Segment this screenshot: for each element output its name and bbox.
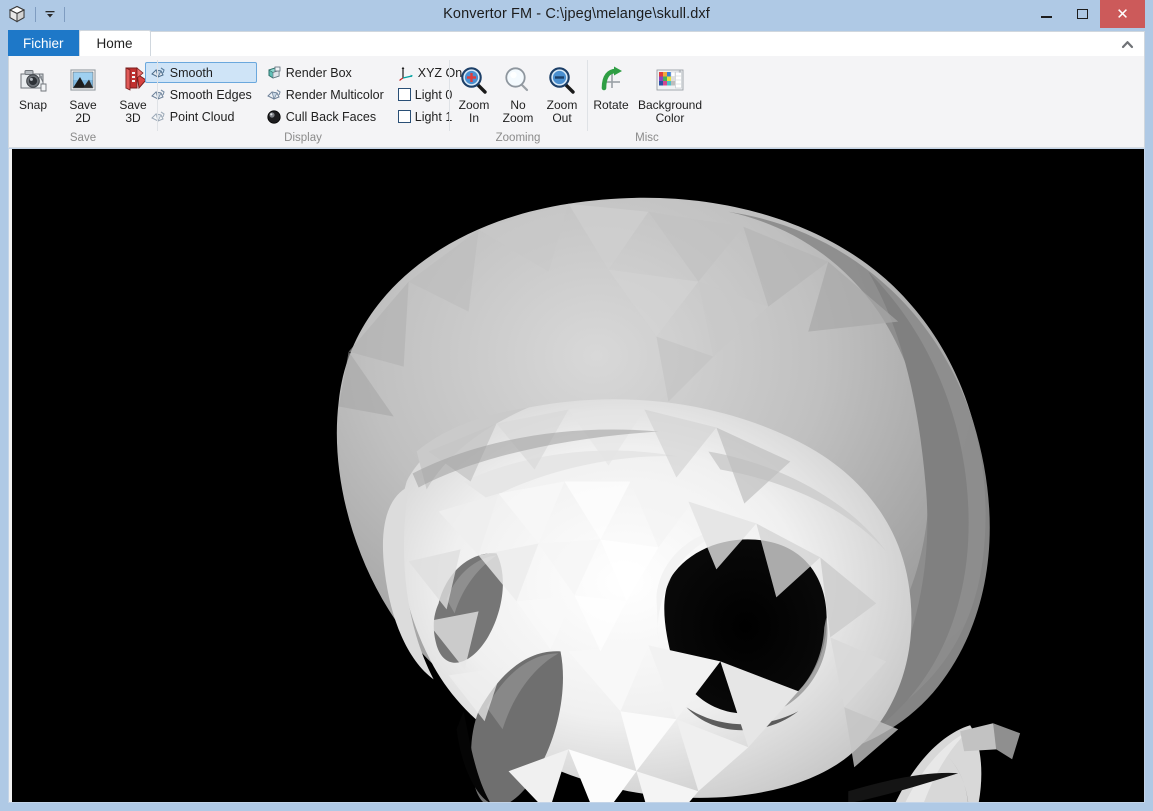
- close-icon: ✕: [1116, 6, 1129, 23]
- rotate-button[interactable]: Rotate: [588, 61, 634, 113]
- background-color-line2: Color: [655, 111, 685, 125]
- zoom-out-line1: Zoom: [546, 98, 578, 112]
- viewport-left-edge: [9, 149, 12, 802]
- point-cloud-toggle[interactable]: Point Cloud: [145, 106, 257, 127]
- quick-access-toolbar: [0, 0, 72, 28]
- zoom-in-line2: In: [468, 111, 479, 125]
- checkbox-icon: [397, 110, 411, 123]
- tab-row-filler: [130, 31, 1145, 56]
- 3d-model-viewport[interactable]: [8, 148, 1145, 803]
- axes-icon: [398, 65, 414, 81]
- smooth-toggle[interactable]: Smooth: [144, 62, 257, 83]
- tab-home[interactable]: Home: [78, 30, 151, 56]
- ribbon-group-zooming-label: Zooming: [495, 132, 541, 144]
- smooth-edges-icon: [150, 87, 166, 103]
- window-title: Konvertor FM - C:\jpeg\melange\skull.dxf: [443, 6, 710, 22]
- zoom-out-button[interactable]: Zoom Out: [540, 61, 584, 126]
- display-column-2: Render Box Render Multicolor Cull Back F…: [261, 61, 389, 127]
- save-2d-button[interactable]: Save 2D: [58, 61, 108, 126]
- no-zoom-line1: No: [510, 98, 526, 112]
- smooth-edges-label: Smooth Edges: [169, 87, 252, 102]
- zoom-in-line1: Zoom: [458, 98, 490, 112]
- ribbon-toolbar: Snap Save 2D Save 3D Save Smooth Smooth …: [8, 56, 1145, 148]
- ribbon-group-save: Snap Save 2D Save 3D Save: [9, 56, 157, 147]
- zoom-out-line2: Out: [552, 111, 572, 125]
- tab-home-label: Home: [96, 36, 133, 51]
- no-zoom-line2: Zoom: [502, 111, 534, 125]
- display-column-1: Smooth Smooth Edges Point Cloud: [144, 61, 257, 127]
- background-color-button[interactable]: Background Color: [634, 61, 706, 126]
- light-0-label: Light 0: [414, 87, 453, 102]
- customize-quick-access-icon[interactable]: [43, 4, 57, 24]
- zoom-in-button[interactable]: Zoom In: [452, 61, 496, 126]
- render-box-icon: [266, 65, 282, 81]
- maximize-button[interactable]: [1064, 0, 1100, 28]
- window-controls: ✕: [1028, 0, 1145, 28]
- tab-fichier-label: Fichier: [23, 35, 64, 51]
- light-1-label: Light 1: [414, 109, 453, 124]
- ribbon-group-zooming: Zoom In No Zoom Zoom Out Zooming: [449, 56, 587, 147]
- zoom-out-label: Zoom Out: [547, 99, 578, 125]
- render-box-toggle[interactable]: Render Box: [261, 62, 389, 83]
- qat-separator-1: [35, 6, 36, 22]
- save-2d-line2: 2D: [75, 111, 91, 125]
- snap-label: Snap: [18, 98, 48, 112]
- background-color-label: Background Color: [638, 99, 702, 125]
- zoom-out-icon: [546, 64, 578, 96]
- zoom-in-label: Zoom In: [459, 99, 490, 125]
- zoom-in-icon: [458, 64, 490, 96]
- ribbon-group-display-label: Display: [284, 132, 322, 144]
- skull-model-render: [9, 151, 1144, 802]
- picture-icon: [67, 64, 99, 96]
- no-zoom-button[interactable]: No Zoom: [496, 61, 540, 126]
- ribbon-group-display: Smooth Smooth Edges Point Cloud Render B…: [144, 56, 462, 147]
- no-zoom-icon: [502, 64, 534, 96]
- tab-fichier[interactable]: Fichier: [8, 30, 79, 56]
- smooth-edges-toggle[interactable]: Smooth Edges: [145, 84, 257, 105]
- application-window: Konvertor FM - C:\jpeg\melange\skull.dxf…: [0, 0, 1153, 811]
- camera-icon: [17, 64, 49, 96]
- point-cloud-label: Point Cloud: [169, 109, 235, 124]
- sphere-icon: [266, 109, 282, 125]
- cull-back-faces-toggle[interactable]: Cull Back Faces: [261, 106, 389, 127]
- ribbon-group-misc-label: Misc: [635, 132, 659, 144]
- minimize-button[interactable]: [1028, 0, 1064, 28]
- render-multicolor-toggle[interactable]: Render Multicolor: [261, 84, 389, 105]
- ribbon-group-save-label: Save: [69, 132, 97, 144]
- smooth-icon: [150, 65, 166, 81]
- rotate-icon: [595, 64, 627, 96]
- save-2d-label: Save 2D: [69, 99, 96, 125]
- minimize-icon: [1040, 16, 1052, 18]
- ribbon-tab-row: Fichier Home: [0, 28, 1153, 56]
- save-2d-line1: Save: [69, 98, 97, 112]
- smooth-label: Smooth: [169, 65, 213, 80]
- cull-back-faces-label: Cull Back Faces: [285, 109, 377, 124]
- ribbon-group-misc: Rotate Background Color Misc: [587, 56, 707, 147]
- snap-button[interactable]: Snap: [8, 61, 58, 113]
- cube-icon[interactable]: [6, 3, 28, 25]
- render-multicolor-icon: [266, 87, 282, 103]
- qat-separator-2: [64, 6, 65, 22]
- ribbon-empty-space: [707, 56, 1144, 147]
- background-color-line1: Background: [637, 98, 703, 112]
- point-cloud-icon: [150, 109, 166, 125]
- render-box-label: Render Box: [285, 65, 352, 80]
- no-zoom-label: No Zoom: [503, 99, 534, 125]
- maximize-icon: [1076, 9, 1088, 19]
- checkbox-icon: [397, 88, 411, 101]
- close-button[interactable]: ✕: [1100, 0, 1145, 28]
- render-multicolor-label: Render Multicolor: [285, 87, 384, 102]
- chevron-up-icon[interactable]: [1119, 36, 1135, 52]
- palette-icon: [654, 64, 686, 96]
- rotate-label: Rotate: [593, 98, 629, 112]
- title-bar: Konvertor FM - C:\jpeg\melange\skull.dxf…: [0, 0, 1153, 28]
